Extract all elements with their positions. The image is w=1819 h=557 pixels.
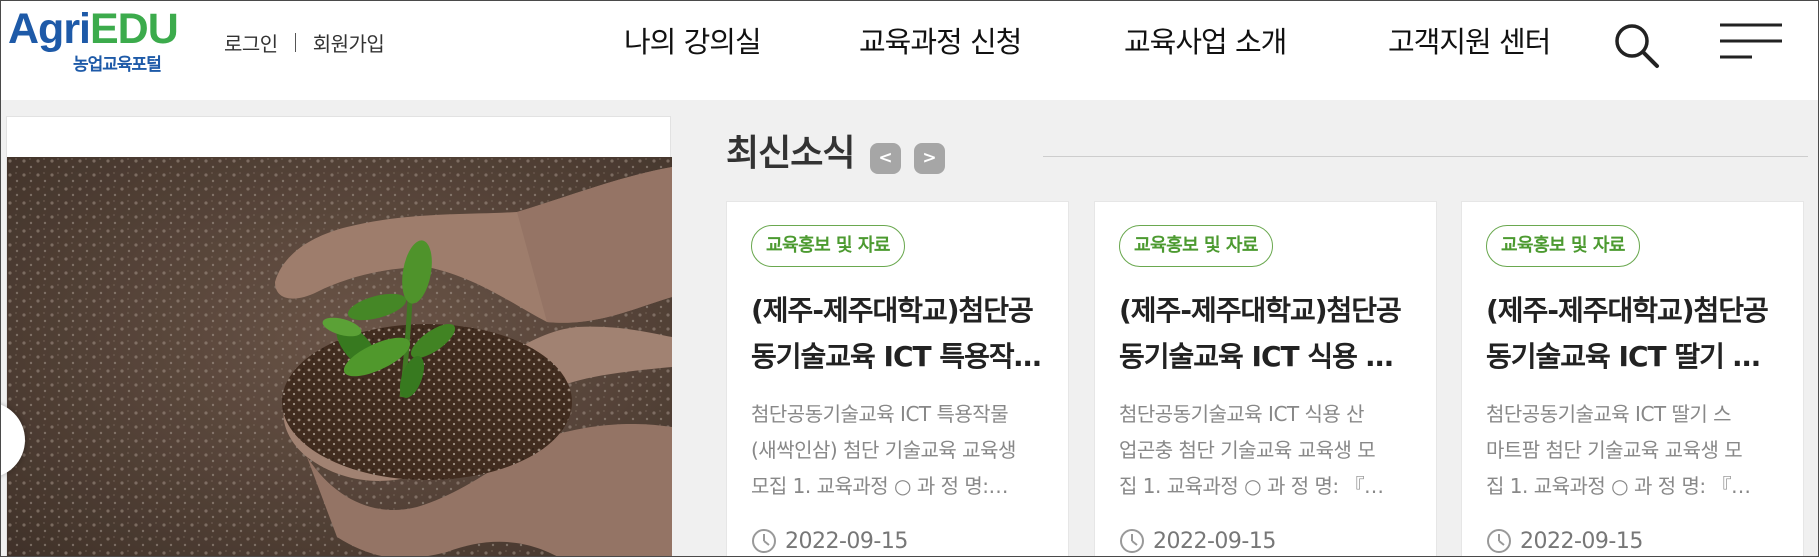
nav-my-classroom[interactable]: 나의 강의실 (624, 20, 762, 64)
clock-icon (1120, 529, 1144, 553)
category-badge: 교육홍보 및 자료 (751, 225, 905, 267)
site-header: AgriEDU 농업교육포털 로그인 회원가입 나의 강의실 교육과정 신청 교… (0, 0, 1819, 100)
clock-icon (1487, 529, 1511, 553)
news-card-title-line: (제주-제주대학교)첨단공 (751, 294, 1034, 327)
news-card-desc-line: 집 1. 교육과정 ○ 과 정 명: 『… (1486, 474, 1751, 498)
news-card-desc-line: 첨단공동기술교육 ICT 딸기 스 (1486, 402, 1732, 426)
nav-customer-support[interactable]: 고객지원 센터 (1388, 20, 1551, 64)
hamburger-menu-icon[interactable] (1716, 21, 1784, 65)
news-card-date-text: 2022-09-15 (1520, 528, 1643, 554)
news-card-title-line: (제주-제주대학교)첨단공 (1486, 294, 1769, 327)
news-prev-button[interactable]: < (870, 143, 901, 174)
auth-links: 로그인 회원가입 (224, 28, 385, 57)
news-card[interactable]: 교육홍보 및 자료 (제주-제주대학교)첨단공 동기술교육 ICT 딸기 … 첨… (1461, 201, 1804, 557)
news-card[interactable]: 교육홍보 및 자료 (제주-제주대학교)첨단공 동기술교육 ICT 특용작… 첨… (726, 201, 1069, 557)
agriedu-logo[interactable]: AgriEDU 농업교육포털 (8, 6, 183, 76)
logo-agri-text: Agri (8, 5, 91, 53)
section-divider (1043, 156, 1808, 157)
news-card-date-text: 2022-09-15 (785, 528, 908, 554)
news-card-desc-line: (새싹인삼) 첨단 기술교육 교육생 (751, 438, 1016, 462)
logo-wordmark: AgriEDU (8, 5, 179, 53)
auth-divider (294, 33, 296, 52)
nav-course-application[interactable]: 교육과정 신청 (859, 20, 1022, 64)
main-banner[interactable] (0, 116, 672, 557)
search-icon[interactable] (1612, 21, 1660, 69)
logo-subtitle: 농업교육포털 (73, 55, 162, 75)
news-card-title-line: 동기술교육 ICT 특용작… (751, 340, 1042, 373)
news-card-desc-line: 집 1. 교육과정 ○ 과 정 명: 『… (1119, 474, 1384, 498)
news-card-title-line: 동기술교육 ICT 식용 … (1119, 340, 1394, 373)
news-card-title-line: (제주-제주대학교)첨단공 (1119, 294, 1402, 327)
news-card-description: 첨단공동기술교육 ICT 딸기 스 마트팜 첨단 기술교육 교육생 모 집 1.… (1486, 396, 1786, 504)
news-card-title-line: 동기술교육 ICT 딸기 … (1486, 340, 1761, 373)
news-card-desc-line: 첨단공동기술교육 ICT 식용 산 (1119, 402, 1365, 426)
news-card[interactable]: 교육홍보 및 자료 (제주-제주대학교)첨단공 동기술교육 ICT 식용 … 첨… (1094, 201, 1437, 557)
category-badge: 교육홍보 및 자료 (1119, 225, 1273, 267)
news-card-desc-line: 마트팜 첨단 기술교육 교육생 모 (1486, 438, 1743, 462)
news-card-desc-line: 첨단공동기술교육 ICT 특용작물 (751, 402, 1009, 426)
nav-program-intro[interactable]: 교육사업 소개 (1124, 20, 1287, 64)
login-link[interactable]: 로그인 (224, 28, 278, 57)
banner-image (7, 157, 672, 557)
news-card-title: (제주-제주대학교)첨단공 동기술교육 ICT 특용작… (751, 288, 1051, 380)
news-card-date: 2022-09-15 (1486, 528, 1643, 554)
clock-icon (752, 529, 776, 553)
news-next-button[interactable]: > (914, 143, 945, 174)
news-card-date: 2022-09-15 (751, 528, 908, 554)
news-card-title: (제주-제주대학교)첨단공 동기술교육 ICT 식용 … (1119, 288, 1419, 380)
news-card-description: 첨단공동기술교육 ICT 특용작물 (새싹인삼) 첨단 기술교육 교육생 모집 … (751, 396, 1051, 504)
news-card-date: 2022-09-15 (1119, 528, 1276, 554)
news-card-title: (제주-제주대학교)첨단공 동기술교육 ICT 딸기 … (1486, 288, 1786, 380)
hands-soil-seedling-illustration (7, 157, 672, 557)
signup-link[interactable]: 회원가입 (313, 28, 385, 57)
news-section-title: 최신소식 (726, 133, 855, 174)
news-card-date-text: 2022-09-15 (1153, 528, 1276, 554)
news-card-desc-line: 업곤충 첨단 기술교육 교육생 모 (1119, 438, 1376, 462)
news-card-description: 첨단공동기술교육 ICT 식용 산 업곤충 첨단 기술교육 교육생 모 집 1.… (1119, 396, 1419, 504)
news-card-desc-line: 모집 1. 교육과정 ○ 과 정 명:… (751, 474, 1009, 498)
logo-edu-text: EDU (90, 5, 179, 53)
category-badge: 교육홍보 및 자료 (1486, 225, 1640, 267)
